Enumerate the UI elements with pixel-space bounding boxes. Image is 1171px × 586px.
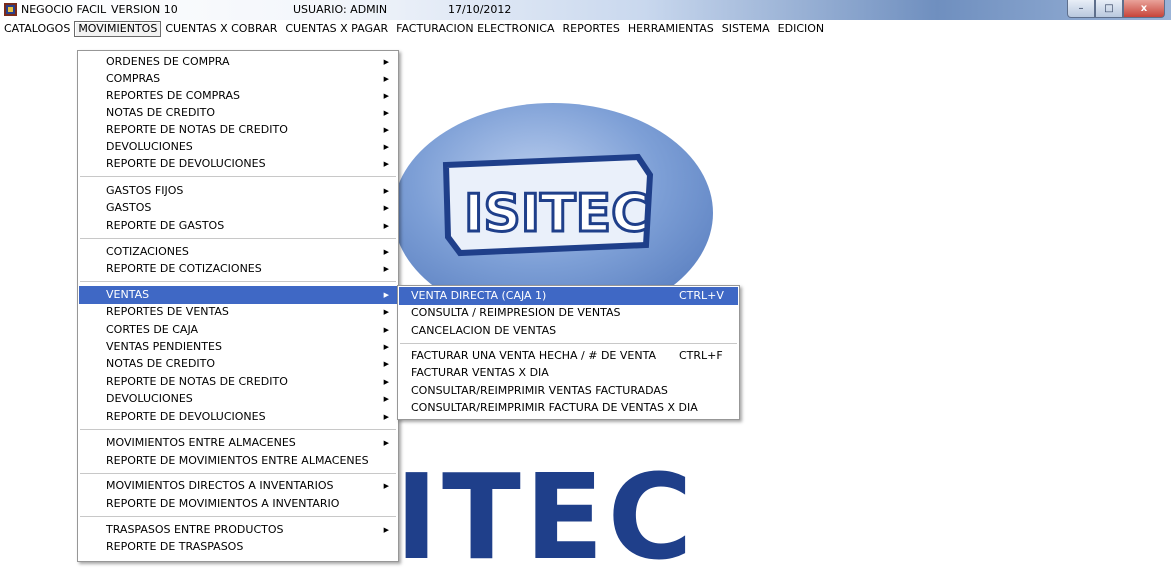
movimientos-dropdown: ORDENES DE COMPRA ▶ COMPRAS ▶ REPORTES DE …: [77, 50, 399, 562]
menu-item-consultar-reimprimir-factura-de-ventas-x-dia[interactable]: CONSULTAR/REIMPRIMIR FACTURA DE VENTAS X…: [399, 399, 738, 417]
isitec-logo: ISITEC: [393, 103, 713, 310]
submenu-arrow-icon: ▶: [383, 222, 389, 230]
submenu-arrow-icon: ▶: [383, 248, 389, 256]
menu-item-ventas-pendientes[interactable]: VENTAS PENDIENTES ▶: [79, 338, 397, 356]
close-button[interactable]: x: [1123, 0, 1165, 18]
menu-item-reporte-de-traspasos[interactable]: REPORTE DE TRASPASOS: [79, 538, 397, 556]
menu-separator: [80, 238, 396, 240]
menu-catalogos[interactable]: CATALOGOS: [0, 21, 74, 37]
minimize-button[interactable]: –: [1067, 0, 1095, 18]
submenu-arrow-icon: ▶: [383, 439, 389, 447]
menu-item-devoluciones[interactable]: DEVOLUCIONES ▶: [79, 138, 397, 156]
menu-item-reporte-de-notas-de-credito-ventas[interactable]: REPORTE DE NOTAS DE CREDITO ▶: [79, 373, 397, 391]
submenu-arrow-icon: ▶: [383, 58, 389, 66]
app-icon: [4, 3, 17, 16]
submenu-arrow-icon: ▶: [383, 291, 389, 299]
menu-item-consulta-reimpresion-de-ventas[interactable]: CONSULTA / REIMPRESION DE VENTAS: [399, 304, 738, 322]
ventas-submenu: VENTA DIRECTA (CAJA 1) CTRL+V CONSULTA / …: [397, 285, 740, 420]
menu-separator: [80, 281, 396, 283]
maximize-button[interactable]: □: [1095, 0, 1123, 18]
menu-facturacion-electronica[interactable]: FACTURACION ELECTRONICA: [392, 21, 558, 37]
menu-item-reportes-de-compras[interactable]: REPORTES DE COMPRAS ▶: [79, 87, 397, 105]
submenu-arrow-icon: ▶: [383, 109, 389, 117]
submenu-arrow-icon: ▶: [383, 187, 389, 195]
submenu-arrow-icon: ▶: [383, 143, 389, 151]
menu-item-reporte-de-devoluciones-ventas[interactable]: REPORTE DE DEVOLUCIONES ▶: [79, 408, 397, 426]
menu-edicion[interactable]: EDICION: [774, 21, 828, 37]
submenu-arrow-icon: ▶: [383, 378, 389, 386]
submenu-arrow-icon: ▶: [383, 413, 389, 421]
menu-item-reportes-de-ventas[interactable]: REPORTES DE VENTAS ▶: [79, 303, 397, 321]
submenu-arrow-icon: ▶: [383, 343, 389, 351]
menu-separator: [80, 429, 396, 431]
app-version: VERSION 10: [111, 3, 178, 16]
menu-movimientos[interactable]: MOVIMIENTOS: [74, 20, 162, 37]
menu-item-facturar-ventas-x-dia[interactable]: FACTURAR VENTAS X DIA: [399, 364, 738, 382]
menu-item-reporte-de-movimientos-entre-almacenes[interactable]: REPORTE DE MOVIMIENTOS ENTRE ALMACENES: [79, 452, 397, 470]
submenu-arrow-icon: ▶: [383, 395, 389, 403]
menu-item-ordenes-de-compra[interactable]: ORDENES DE COMPRA ▶: [79, 53, 397, 71]
menu-item-traspasos-entre-productos[interactable]: TRASPASOS ENTRE PRODUCTOS ▶: [79, 521, 397, 539]
menu-cuentas-x-cobrar[interactable]: CUENTAS X COBRAR: [161, 21, 281, 37]
menu-item-gastos-fijos[interactable]: GASTOS FIJOS ▶: [79, 182, 397, 200]
menu-cuentas-x-pagar[interactable]: CUENTAS X PAGAR: [281, 21, 392, 37]
submenu-arrow-icon: ▶: [383, 308, 389, 316]
menu-item-reporte-de-movimientos-a-inventario[interactable]: REPORTE DE MOVIMIENTOS A INVENTARIO: [79, 495, 397, 513]
window-title-bar[interactable]: NEGOCIO FACIL VERSION 10 USUARIO: ADMIN …: [0, 0, 1171, 20]
submenu-arrow-icon: ▶: [383, 326, 389, 334]
menu-item-movimientos-directos-a-inventarios[interactable]: MOVIMIENTOS DIRECTOS A INVENTARIOS ▶: [79, 477, 397, 495]
menu-item-notas-de-credito[interactable]: NOTAS DE CREDITO ▶: [79, 104, 397, 122]
menu-item-gastos[interactable]: GASTOS ▶: [79, 199, 397, 217]
menu-separator: [80, 516, 396, 518]
shortcut-label: CTRL+F: [679, 349, 723, 362]
menu-item-cotizaciones[interactable]: COTIZACIONES ▶: [79, 243, 397, 261]
menu-item-cancelacion-de-ventas[interactable]: CANCELACION DE VENTAS: [399, 322, 738, 340]
menu-bar: CATALOGOS MOVIMIENTOS CUENTAS X COBRAR C…: [0, 20, 1171, 37]
submenu-arrow-icon: ▶: [383, 92, 389, 100]
menu-item-venta-directa[interactable]: VENTA DIRECTA (CAJA 1) CTRL+V: [399, 287, 738, 305]
current-user: USUARIO: ADMIN: [293, 3, 388, 16]
menu-item-ventas[interactable]: VENTAS ▶: [79, 286, 397, 304]
menu-separator: [400, 343, 737, 345]
submenu-arrow-icon: ▶: [383, 75, 389, 83]
app-name: NEGOCIO FACIL: [21, 3, 107, 16]
menu-herramientas[interactable]: HERRAMIENTAS: [624, 21, 718, 37]
window-controls: – □ x: [1067, 0, 1165, 19]
submenu-arrow-icon: ▶: [383, 204, 389, 212]
submenu-arrow-icon: ▶: [383, 526, 389, 534]
menu-item-consultar-reimprimir-ventas-facturadas[interactable]: CONSULTAR/REIMPRIMIR VENTAS FACTURADAS: [399, 382, 738, 400]
menu-item-reporte-de-gastos[interactable]: REPORTE DE GASTOS ▶: [79, 217, 397, 235]
menu-item-reporte-de-cotizaciones[interactable]: REPORTE DE COTIZACIONES ▶: [79, 260, 397, 278]
submenu-arrow-icon: ▶: [383, 160, 389, 168]
menu-sistema[interactable]: SISTEMA: [718, 21, 774, 37]
menu-item-reporte-de-devoluciones[interactable]: REPORTE DE DEVOLUCIONES ▶: [79, 155, 397, 173]
menu-item-facturar-una-venta-hecha[interactable]: FACTURAR UNA VENTA HECHA / # DE VENTA CTR…: [399, 347, 738, 365]
menu-item-compras[interactable]: COMPRAS ▶: [79, 70, 397, 88]
submenu-arrow-icon: ▶: [383, 360, 389, 368]
menu-reportes[interactable]: REPORTES: [559, 21, 624, 37]
menu-separator: [80, 473, 396, 475]
menu-item-notas-de-credito-ventas[interactable]: NOTAS DE CREDITO ▶: [79, 355, 397, 373]
current-date: 17/10/2012: [448, 3, 512, 16]
menu-item-movimientos-entre-almacenes[interactable]: MOVIMIENTOS ENTRE ALMACENES ▶: [79, 434, 397, 452]
submenu-arrow-icon: ▶: [383, 265, 389, 273]
menu-item-cortes-de-caja[interactable]: CORTES DE CAJA ▶: [79, 321, 397, 339]
logo-text: ISITEC: [464, 184, 649, 244]
menu-item-reporte-de-notas-de-credito[interactable]: REPORTE DE NOTAS DE CREDITO ▶: [79, 121, 397, 139]
menu-separator: [80, 176, 396, 178]
submenu-arrow-icon: ▶: [383, 482, 389, 490]
submenu-arrow-icon: ▶: [383, 126, 389, 134]
menu-item-devoluciones-ventas[interactable]: DEVOLUCIONES ▶: [79, 390, 397, 408]
isitec-background-text: ITEC: [395, 448, 697, 586]
shortcut-label: CTRL+V: [679, 289, 724, 302]
